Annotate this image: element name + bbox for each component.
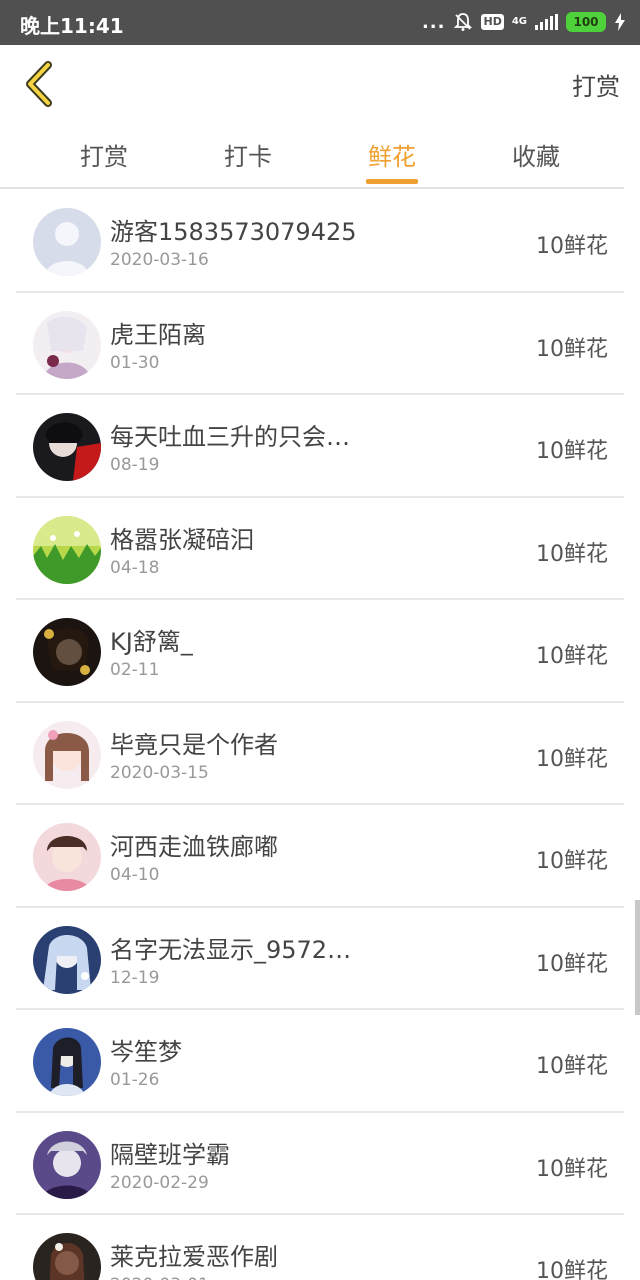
record-date: 08-19 [110,455,160,475]
flower-amount: 10鲜花 [536,1156,608,1182]
avatar [33,413,101,481]
avatar [33,618,101,686]
network-type: 4G [511,16,527,27]
more-notifications-icon: ... [421,11,446,33]
tab-favorites[interactable]: 收藏 [476,137,596,172]
record-date: 01-26 [110,1070,160,1090]
user-name: KJ舒篱_ [110,628,193,656]
record-date: 2020-02-29 [110,1172,209,1193]
list-item[interactable]: 名字无法显示_9572… 12-19 10鲜花 [16,908,624,1010]
tab-bar: 打赏 打卡 鲜花 收藏 [0,125,640,188]
hd-badge: HD [481,14,504,30]
avatar [33,1028,101,1096]
user-name: 毕竟只是个作者 [110,730,278,759]
back-button[interactable] [18,59,62,109]
flower-amount: 10鲜花 [536,439,608,464]
user-name: 虎王陌离 [110,320,206,349]
avatar [33,925,101,994]
avatar [33,1233,101,1280]
list-item[interactable]: 格嚣张凝碚汩 04-18 10鲜花 [16,498,624,600]
active-tab-indicator [366,179,418,184]
flower-amount: 10鲜花 [536,849,608,874]
status-bar: 晚上11:41 ... HD 4G 100 [0,0,640,45]
navigation-bar: 打赏 [0,45,640,125]
flower-records-list: 游客1583573079425 2020-03-16 10鲜花 虎王陌离 01-… [16,190,624,1280]
flower-amount: 10鲜花 [536,951,608,977]
flower-amount: 10鲜花 [536,1259,608,1280]
status-icons: ... HD 4G 100 [422,9,626,35]
tab-flowers[interactable]: 鲜花 [332,137,452,172]
user-name: 游客1583573079425 [110,218,357,246]
user-name: 岑笙梦 [110,1038,182,1066]
flower-amount: 10鲜花 [536,1054,608,1079]
list-item[interactable]: 游客1583573079425 2020-03-16 10鲜花 [16,190,624,293]
avatar [33,823,101,891]
flower-amount: 10鲜花 [536,541,608,567]
reward-button[interactable]: 打赏 [572,67,620,102]
record-date: 2020-03-16 [110,250,209,270]
user-name: 名字无法显示_9572… [110,935,352,964]
user-name: 莱克拉爱恶作剧 [110,1243,278,1271]
record-date: 02-11 [110,660,160,680]
signal-icon [535,14,558,30]
avatar [33,310,101,379]
list-item[interactable]: 隔壁班学霸 2020-02-29 10鲜花 [16,1113,624,1215]
user-name: 格嚣张凝碚汩 [110,525,254,554]
record-date: 2020-03-01 [110,1275,209,1280]
user-name: 河西走洫铁廊嘟 [110,833,278,861]
list-item[interactable]: KJ舒篱_ 02-11 10鲜花 [16,600,624,703]
scrollbar[interactable] [635,900,640,1015]
record-date: 04-18 [110,557,160,578]
bell-muted-icon [454,13,473,31]
list-item[interactable]: 河西走洫铁廊嘟 04-10 10鲜花 [16,805,624,908]
flower-amount: 10鲜花 [536,336,608,362]
record-date: 2020-03-15 [110,762,209,783]
status-time: 晚上11:41 [20,14,124,38]
charging-icon [615,13,625,31]
flower-amount: 10鲜花 [536,644,608,669]
flower-amount: 10鲜花 [536,234,608,259]
record-date: 04-10 [110,865,160,885]
avatar [33,208,101,276]
user-name: 隔壁班学霸 [110,1140,230,1169]
avatar [33,720,101,789]
user-name: 每天吐血三升的只会… [110,423,350,451]
tabs-divider [0,187,624,189]
list-item[interactable]: 莱克拉爱恶作剧 2020-03-01 10鲜花 [16,1215,624,1280]
list-item[interactable]: 虎王陌离 01-30 10鲜花 [16,293,624,395]
list-item[interactable]: 毕竟只是个作者 2020-03-15 10鲜花 [16,703,624,805]
record-date: 12-19 [110,967,160,988]
battery-icon: 100 [566,12,606,32]
chevron-left-icon [26,61,52,107]
battery-level: 100 [573,15,599,29]
tab-reward[interactable]: 打赏 [44,137,164,172]
list-item[interactable]: 每天吐血三升的只会… 08-19 10鲜花 [16,395,624,498]
tab-checkin[interactable]: 打卡 [188,137,308,172]
record-date: 01-30 [110,352,160,373]
avatar [33,1130,101,1199]
list-item[interactable]: 岑笙梦 01-26 10鲜花 [16,1010,624,1113]
flower-amount: 10鲜花 [536,746,608,772]
avatar [33,515,101,584]
